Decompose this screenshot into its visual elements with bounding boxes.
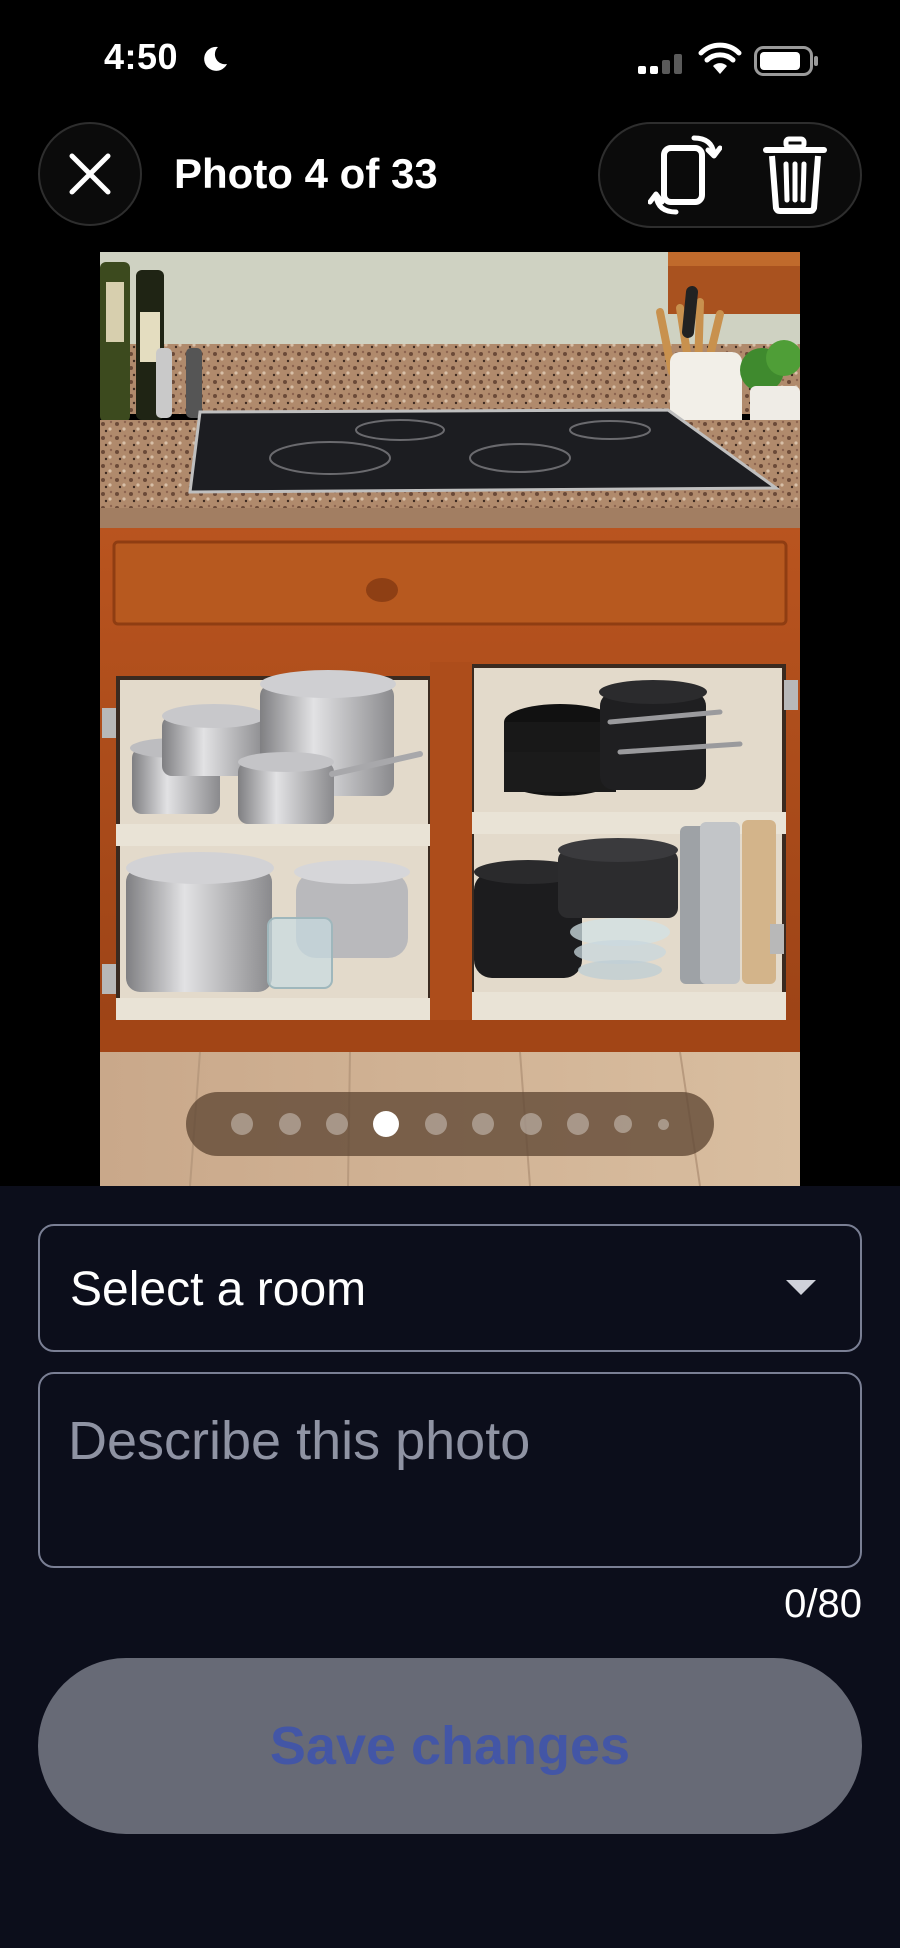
save-changes-button[interactable]: Save changes (38, 1658, 862, 1834)
moon-icon (204, 46, 227, 71)
photo-details-form: Select a room Describe this photo 0/80 S… (0, 1186, 900, 1948)
pager-dot[interactable] (231, 1113, 254, 1135)
room-select[interactable]: Select a room (38, 1224, 862, 1352)
pager-dot[interactable] (614, 1115, 633, 1133)
page-title: Photo 4 of 33 (174, 150, 438, 197)
photo-pager[interactable] (186, 1092, 714, 1156)
signal-icon (638, 54, 682, 74)
pager-dot[interactable] (519, 1113, 542, 1135)
pager-dot[interactable] (472, 1113, 495, 1135)
room-select-value: Select a room (70, 1263, 367, 1316)
pager-dot[interactable] (424, 1113, 447, 1135)
photo-preview[interactable] (100, 252, 800, 1186)
pager-dot[interactable] (657, 1118, 669, 1130)
rotate-button[interactable] (640, 130, 730, 220)
trash-icon (763, 136, 827, 214)
close-button[interactable] (38, 122, 142, 226)
pager-dot[interactable] (278, 1113, 301, 1135)
save-changes-label: Save changes (269, 1716, 631, 1776)
chevron-down-icon (786, 1280, 816, 1295)
description-placeholder: Describe this photo (68, 1411, 531, 1471)
description-field[interactable]: Describe this photo (38, 1372, 862, 1568)
battery-icon (754, 46, 818, 76)
pager-dot[interactable] (326, 1113, 349, 1135)
photo-actions-group (598, 122, 862, 228)
pager-dot-active[interactable] (373, 1111, 400, 1137)
close-icon (69, 153, 111, 195)
pager-dot[interactable] (566, 1113, 589, 1135)
status-time: 4:50 (104, 36, 179, 77)
delete-button[interactable] (750, 130, 840, 220)
character-counter: 0/80 (784, 1582, 862, 1626)
wifi-icon (698, 42, 742, 74)
kitchen-cabinet-photo (100, 252, 800, 1186)
rotate-icon (648, 135, 722, 215)
